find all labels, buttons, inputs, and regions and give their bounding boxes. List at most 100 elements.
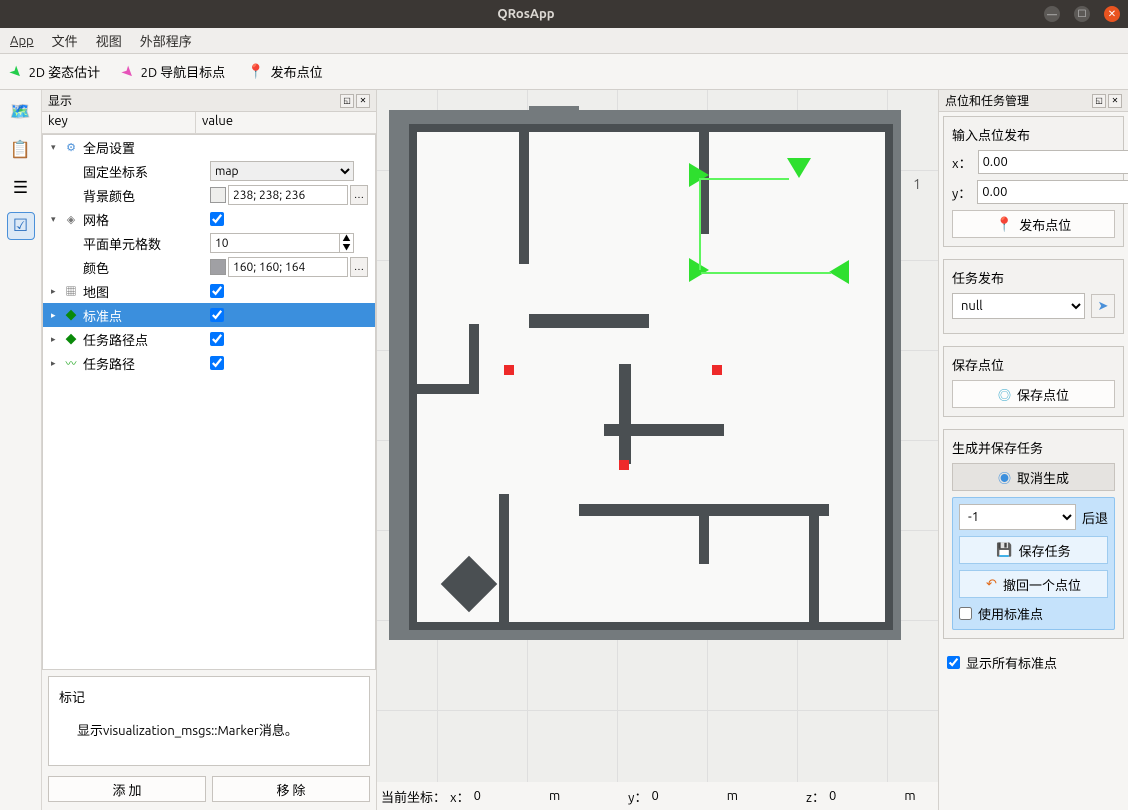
info-body: 显示visualization_msgs::Marker消息。: [59, 720, 359, 739]
tree-row-task-path[interactable]: ▸ 〰 任务路径: [43, 351, 375, 375]
window-title: QRosApp: [8, 7, 1044, 21]
maximize-button[interactable]: ☐: [1074, 6, 1090, 22]
save-point-button[interactable]: ◎ 保存点位: [952, 380, 1115, 408]
expander-icon[interactable]: ▸: [51, 286, 63, 297]
add-button[interactable]: 添 加: [48, 776, 206, 802]
x-input[interactable]: [978, 150, 1128, 174]
coord-x-label: x：: [450, 787, 470, 806]
section-generate-save-task: 生成并保存任务 ◉ 取消生成 -1 后退 💾 保存任务 ↶ 撤回一个点位: [943, 429, 1124, 639]
sidebar-icon-settings[interactable]: ☑: [7, 212, 35, 240]
minimize-button[interactable]: —: [1044, 6, 1060, 22]
coord-unit: m: [904, 789, 915, 803]
main-area: 🗺️ 📋 ☰ ☑ 显示 ◱ ✕ key value ▾ ⚙ 全局设置: [0, 90, 1128, 810]
plane-cells-spinner[interactable]: 10 ▲▼: [210, 233, 354, 253]
tree-row-marker[interactable]: ▸ ◆ 标准点: [43, 303, 375, 327]
menu-view[interactable]: 视图: [96, 31, 122, 50]
tool-nav-goal-label: 2D 导航目标点: [141, 62, 226, 81]
bg-color-swatch[interactable]: [210, 187, 226, 203]
grid-checkbox[interactable]: [210, 212, 224, 226]
display-panel-title: 显示: [48, 92, 340, 109]
section-title: 输入点位发布: [952, 125, 1115, 144]
task-select[interactable]: null: [952, 293, 1085, 319]
right-panel-title: 点位和任务管理: [945, 92, 1092, 109]
tree-label-task-path: 任务路径: [83, 354, 135, 373]
nav-path: [701, 272, 831, 274]
cancel-generate-button[interactable]: ◉ 取消生成: [952, 463, 1115, 491]
tree-row-grid-color[interactable]: 颜色 …: [43, 255, 375, 279]
marker-checkbox[interactable]: [210, 308, 224, 322]
more-button[interactable]: …: [350, 185, 368, 205]
task-index-select[interactable]: -1: [959, 504, 1076, 530]
y-label: y：: [952, 183, 971, 202]
panel-float-button[interactable]: ◱: [340, 94, 354, 108]
display-panel: 显示 ◱ ✕ key value ▾ ⚙ 全局设置 固定坐标系 map: [42, 90, 377, 810]
tree-label-fixed-frame: 固定坐标系: [83, 162, 148, 181]
gear-icon: ⚙: [63, 141, 79, 154]
target-icon: ◎: [998, 385, 1011, 404]
tool-pose-estimate-label: 2D 姿态估计: [29, 62, 101, 81]
expander-icon[interactable]: ▸: [51, 334, 63, 345]
section-title: 任务发布: [952, 268, 1115, 287]
panel-close-button[interactable]: ✕: [1108, 94, 1122, 108]
panel-close-button[interactable]: ✕: [356, 94, 370, 108]
x-label: x：: [952, 153, 972, 172]
coord-x-value: 0: [474, 789, 481, 803]
expander-icon[interactable]: ▾: [51, 142, 63, 153]
bg-color-input[interactable]: [228, 185, 348, 205]
radio-on-icon: ◉: [998, 468, 1011, 487]
expander-icon[interactable]: ▸: [51, 358, 63, 369]
tree-label-map: 地图: [83, 282, 109, 301]
tree-row-bg-color[interactable]: 背景颜色 …: [43, 183, 375, 207]
tree-row-plane-cells[interactable]: 平面单元格数 10 ▲▼: [43, 231, 375, 255]
menu-app[interactable]: App: [10, 34, 34, 48]
tool-pose-estimate[interactable]: ➤ 2D 姿态估计: [10, 62, 100, 81]
map-checkbox[interactable]: [210, 284, 224, 298]
map-viewport[interactable]: 1: [377, 90, 938, 782]
show-all-markers-checkbox[interactable]: [947, 656, 960, 669]
task-path-checkbox[interactable]: [210, 356, 224, 370]
menu-file[interactable]: 文件: [52, 31, 78, 50]
tree-row-fixed-frame[interactable]: 固定坐标系 map: [43, 159, 375, 183]
remove-button[interactable]: 移 除: [212, 776, 370, 802]
coordinate-bar: 当前坐标： x： 0 m y： 0 m z： 0 m: [377, 782, 938, 810]
tree-row-grid[interactable]: ▾ ◈ 网格: [43, 207, 375, 231]
cube-icon: ◆: [63, 307, 79, 323]
save-task-button[interactable]: 💾 保存任务: [959, 536, 1108, 564]
close-button[interactable]: ✕: [1104, 6, 1120, 22]
expander-icon[interactable]: ▾: [51, 214, 63, 225]
tool-publish-point[interactable]: 📍 发布点位: [247, 62, 322, 81]
nav-path: [699, 180, 701, 270]
grid-icon: ◈: [63, 213, 79, 226]
panel-float-button[interactable]: ◱: [1092, 94, 1106, 108]
display-tree[interactable]: ▾ ⚙ 全局设置 固定坐标系 map 背景颜色 … ▾: [42, 134, 376, 670]
coord-label: 当前坐标：: [381, 787, 446, 806]
back-label: 后退: [1082, 508, 1108, 527]
undo-point-button[interactable]: ↶ 撤回一个点位: [959, 570, 1108, 598]
coord-y-label: y：: [628, 787, 647, 806]
fixed-frame-select[interactable]: map: [210, 161, 354, 181]
undo-icon: ↶: [986, 577, 997, 592]
expander-icon[interactable]: ▸: [51, 310, 63, 321]
tree-row-map[interactable]: ▸ ▦ 地图: [43, 279, 375, 303]
tree-row-task-path-points[interactable]: ▸ ◆ 任务路径点: [43, 327, 375, 351]
grid-color-input[interactable]: [228, 257, 348, 277]
send-icon[interactable]: ➤: [1091, 294, 1115, 318]
arrow-green-icon: ➤: [5, 61, 27, 83]
axis-tick: 1: [913, 176, 921, 192]
window-buttons: — ☐ ✕: [1044, 6, 1120, 22]
task-points-checkbox[interactable]: [210, 332, 224, 346]
use-marker-checkbox[interactable]: [959, 607, 972, 620]
publish-point-button[interactable]: 📍 发布点位: [952, 210, 1115, 238]
more-button[interactable]: …: [350, 257, 368, 277]
pin-icon: 📍: [247, 63, 264, 80]
sidebar-icon-map[interactable]: 🗺️: [7, 98, 35, 126]
tree-row-global[interactable]: ▾ ⚙ 全局设置: [43, 135, 375, 159]
menu-external[interactable]: 外部程序: [140, 31, 192, 50]
sidebar-icon-docs[interactable]: 📋: [7, 136, 35, 164]
y-input[interactable]: [977, 180, 1128, 204]
grid-color-swatch[interactable]: [210, 259, 226, 275]
sidebar-icon-layers[interactable]: ☰: [7, 174, 35, 202]
map-icon: ▦: [63, 283, 79, 299]
tool-nav-goal[interactable]: ➤ 2D 导航目标点: [122, 62, 225, 81]
canvas-area: 1 当前坐标： x： 0 m y： 0 m z： 0 m: [377, 90, 938, 810]
